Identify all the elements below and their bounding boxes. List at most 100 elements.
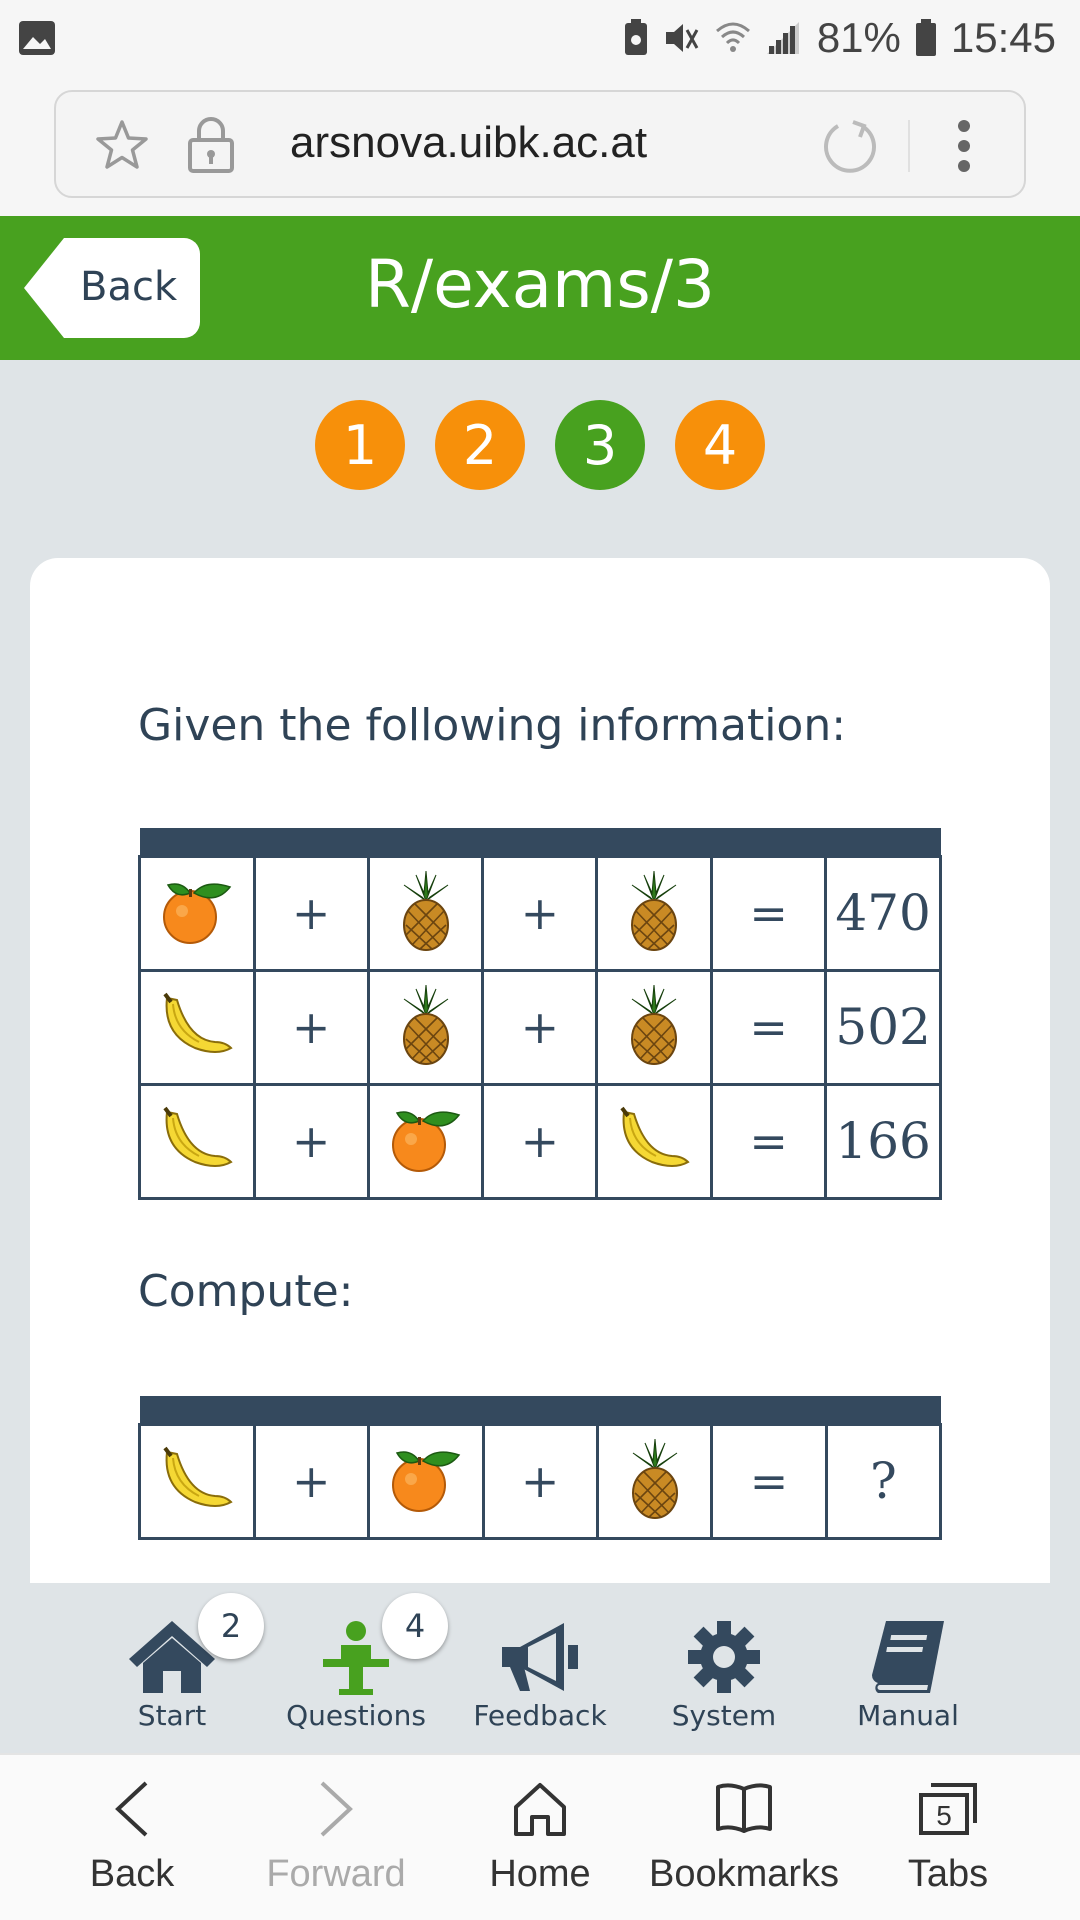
browser-forward-button[interactable]: Forward xyxy=(234,1755,438,1920)
browser-home-button[interactable]: Home xyxy=(438,1755,642,1920)
equals-sign: = xyxy=(710,1082,828,1200)
mute-icon xyxy=(665,24,699,52)
pager-item-4[interactable]: 4 xyxy=(675,400,765,490)
address-bar[interactable]: arsnova.uibk.ac.at xyxy=(54,90,1026,198)
status-bar: 81% 15:45 xyxy=(0,0,1080,76)
browser-tabs-label: Tabs xyxy=(907,1853,989,1895)
equals-sign: = xyxy=(710,968,828,1086)
result-value: 502 xyxy=(824,968,942,1086)
equals-sign: = xyxy=(710,1422,828,1540)
browser-home-label: Home xyxy=(489,1853,591,1895)
nav-manual[interactable]: Manual xyxy=(816,1583,1000,1753)
question-pager: 1 2 3 4 xyxy=(0,400,1080,490)
info-table: + + = 470 + + = 502 + + = 166 xyxy=(138,828,942,1200)
browser-back-button[interactable]: Back xyxy=(30,1755,234,1920)
compute-table: + + = ? xyxy=(138,1396,943,1540)
result-value: 470 xyxy=(824,854,942,972)
pineapple-icon xyxy=(402,984,449,1065)
pager-item-3[interactable]: 3 xyxy=(555,400,645,490)
pager-item-1[interactable]: 1 xyxy=(315,400,405,490)
plus-sign: + xyxy=(481,1422,599,1540)
plus-sign: + xyxy=(481,854,599,972)
plus-sign: + xyxy=(252,1422,370,1540)
battery-saver-icon xyxy=(624,19,647,55)
orange-icon xyxy=(162,883,232,944)
nav-system-label: System xyxy=(671,1699,777,1732)
browser-bottom-bar: Back Forward Home Bookmarks 5 Tabs xyxy=(0,1753,1080,1920)
pineapple-image xyxy=(396,870,456,955)
start-count-badge: 2 xyxy=(198,1593,264,1659)
presenter-icon xyxy=(323,1621,389,1695)
plus-sign: + xyxy=(481,968,599,1086)
bookmarks-icon xyxy=(716,1783,772,1833)
gallery-notification-icon xyxy=(18,20,56,60)
questions-count-badge: 4 xyxy=(382,1593,448,1659)
pineapple-icon xyxy=(631,870,678,951)
home-outline-icon xyxy=(514,1783,566,1836)
compute-label: Compute: xyxy=(138,1266,354,1317)
pineapple-icon xyxy=(402,870,449,951)
fruit-cell xyxy=(595,968,714,1086)
chevron-right-icon xyxy=(320,1781,353,1837)
tabs-icon: 5 xyxy=(919,1783,977,1835)
fruit-cell xyxy=(366,968,485,1086)
nav-feedback[interactable]: Feedback xyxy=(448,1583,632,1753)
table-row: + + = ? xyxy=(138,1422,943,1540)
plus-sign: + xyxy=(252,1082,370,1200)
page-title: R/exams/3 xyxy=(365,246,715,323)
orange-image xyxy=(389,1451,463,1519)
plus-sign: + xyxy=(481,1082,599,1200)
tab-count: 5 xyxy=(936,1800,952,1831)
nav-start[interactable]: Start 2 xyxy=(80,1583,264,1753)
fruit-cell xyxy=(366,1422,485,1540)
url-text[interactable]: arsnova.uibk.ac.at xyxy=(290,118,647,168)
more-menu-icon[interactable] xyxy=(956,118,972,174)
banana-icon xyxy=(620,1106,690,1167)
nav-questions[interactable]: Questions 4 xyxy=(264,1583,448,1753)
fruit-cell xyxy=(366,854,485,972)
chevron-left-icon xyxy=(115,1781,148,1837)
fruit-cell xyxy=(138,968,256,1086)
fruit-cell xyxy=(595,1422,714,1540)
nav-questions-label: Questions xyxy=(286,1699,426,1732)
browser-forward-label: Forward xyxy=(266,1853,406,1895)
pineapple-image xyxy=(624,984,684,1069)
battery-percent: 81% xyxy=(816,14,901,61)
nav-feedback-label: Feedback xyxy=(473,1699,607,1732)
nav-system[interactable]: System xyxy=(632,1583,816,1753)
clock: 15:45 xyxy=(950,14,1056,61)
banana-icon xyxy=(163,1106,233,1167)
unknown-result: ? xyxy=(824,1422,943,1540)
banana-icon xyxy=(163,1446,233,1507)
pineapple-image xyxy=(625,1438,685,1523)
pineapple-icon xyxy=(631,984,678,1065)
nav-start-label: Start xyxy=(137,1699,207,1732)
fruit-cell xyxy=(138,1422,256,1540)
banana-image xyxy=(616,1106,692,1178)
star-icon[interactable] xyxy=(94,118,150,174)
megaphone-icon xyxy=(502,1623,578,1691)
pineapple-image xyxy=(624,870,684,955)
orange-image xyxy=(160,883,234,951)
app-header: Back R/exams/3 xyxy=(0,216,1080,360)
signal-icon xyxy=(766,22,799,54)
fruit-cell xyxy=(595,1082,714,1200)
nav-manual-label: Manual xyxy=(857,1699,959,1732)
reload-icon[interactable] xyxy=(820,116,880,176)
table-row: + + = 470 xyxy=(138,854,942,972)
fruit-cell xyxy=(138,1082,256,1200)
table-header-bar xyxy=(139,1396,941,1424)
lock-icon[interactable] xyxy=(186,116,236,174)
plus-sign: + xyxy=(252,854,370,972)
orange-icon xyxy=(391,1451,460,1512)
table-row: + + = 166 xyxy=(138,1082,942,1200)
pager-item-2[interactable]: 2 xyxy=(435,400,525,490)
plus-sign: + xyxy=(252,968,370,1086)
browser-bookmarks-button[interactable]: Bookmarks xyxy=(642,1755,846,1920)
battery-icon xyxy=(915,19,936,56)
banana-image xyxy=(159,1446,235,1518)
question-card: Given the following information: + + = 4… xyxy=(30,558,1050,1583)
browser-tabs-button[interactable]: 5 Tabs xyxy=(846,1755,1050,1920)
app-navigation: Start 2 Questions 4 Feedback System Manu… xyxy=(0,1583,1080,1753)
fruit-cell xyxy=(595,854,714,972)
